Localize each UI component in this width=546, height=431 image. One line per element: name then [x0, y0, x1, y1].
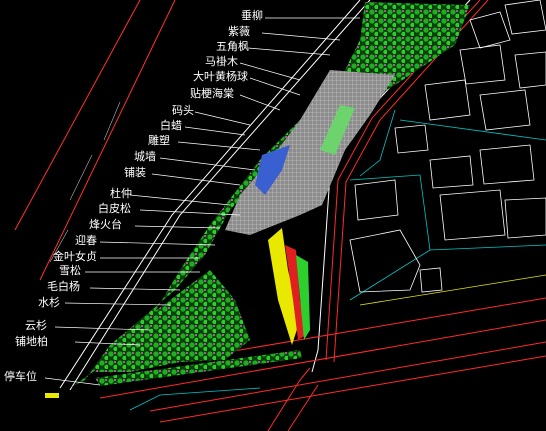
- label-shuishan: 水杉: [38, 296, 60, 309]
- road-lines: [99, 0, 546, 431]
- label-baila: 白蜡: [160, 119, 182, 132]
- paving-plaza: [225, 70, 395, 235]
- label-tiegenghaitang: 贴梗海棠: [190, 87, 234, 100]
- label-ziwei: 紫薇: [228, 25, 250, 38]
- label-yingchun: 迎春: [75, 234, 97, 247]
- label-duzhong: 杜仲: [110, 187, 132, 200]
- label-jinyenvzhen: 金叶女贞: [53, 250, 97, 263]
- label-chuiliu: 垂柳: [241, 9, 263, 22]
- label-xuesong: 雪松: [59, 264, 81, 277]
- label-chengqiang: 城墙: [134, 150, 156, 163]
- small-marker: [45, 393, 59, 398]
- label-fenghuotai: 烽火台: [89, 218, 122, 231]
- label-puzhuang: 铺装: [124, 166, 146, 179]
- plan-drawing: [14, 0, 546, 431]
- label-baipisong: 白皮松: [98, 202, 131, 215]
- label-wujiaofeng: 五角枫: [216, 40, 249, 53]
- label-yunshan: 云杉: [25, 319, 47, 332]
- label-maguamu: 马褂木: [205, 55, 238, 68]
- label-matou: 码头: [172, 104, 194, 117]
- yellow-road-line: [359, 274, 546, 306]
- label-tingchewei: 停车位: [4, 370, 37, 383]
- cad-landscape-plan: 垂柳 紫薇 五角枫 马褂木 大叶黄杨球 贴梗海棠 码头 白蜡 雕塑 城墙 铺装 …: [0, 0, 546, 431]
- label-pudibai: 铺地柏: [15, 335, 48, 348]
- label-diaosu: 雕塑: [148, 134, 170, 147]
- label-dayehuangyangqiu: 大叶黄杨球: [193, 70, 248, 83]
- label-maobaiyang: 毛白杨: [47, 280, 80, 293]
